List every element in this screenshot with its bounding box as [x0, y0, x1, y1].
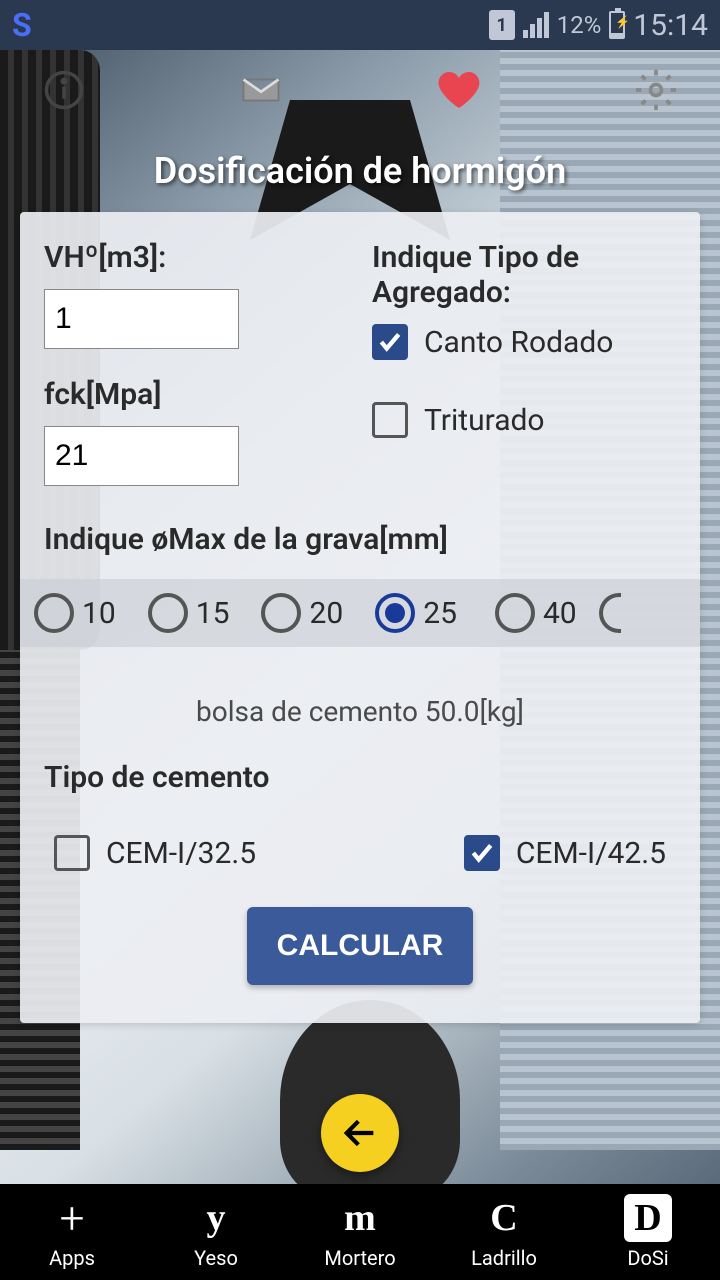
checkbox-icon — [464, 835, 500, 871]
grava-label: Indique øMax de la grava[mm] — [44, 522, 676, 557]
plus-icon: + — [48, 1194, 96, 1242]
radio-icon — [261, 593, 301, 633]
info-icon[interactable] — [40, 66, 88, 114]
checkbox-icon — [372, 324, 408, 360]
signal-icon — [523, 12, 549, 38]
nav-mortero[interactable]: m Mortero — [288, 1184, 432, 1280]
radio-icon — [495, 593, 535, 633]
nav-label: Mortero — [324, 1246, 395, 1270]
sim-icon: 1 — [489, 10, 515, 40]
nav-label: Apps — [49, 1246, 95, 1270]
cem-32-5-checkbox[interactable]: CEM-I/32.5 — [54, 835, 256, 871]
heart-icon[interactable] — [435, 66, 483, 114]
grava-option-10[interactable]: 10 — [34, 593, 116, 633]
radio-label: 20 — [309, 596, 343, 631]
nav-dosi[interactable]: D DoSi — [576, 1184, 720, 1280]
grava-option-25[interactable]: 25 — [375, 593, 457, 633]
battery-percent: 12% — [557, 11, 602, 39]
cement-bag-hint: bolsa de cemento 50.0[kg] — [44, 695, 676, 728]
dosi-icon: D — [624, 1194, 672, 1242]
status-bar: S 1 12% ⚡ 15:14 — [0, 0, 720, 50]
radio-label: 40 — [543, 596, 577, 631]
checkbox-icon — [54, 835, 90, 871]
battery-icon: ⚡ — [609, 11, 625, 39]
canto-rodado-checkbox[interactable]: Canto Rodado — [372, 324, 676, 360]
radio-label: 15 — [196, 596, 230, 631]
nav-ladrillo[interactable]: C Ladrillo — [432, 1184, 576, 1280]
nav-label: DoSi — [627, 1246, 668, 1270]
ladrillo-icon: C — [480, 1194, 528, 1242]
clock: 15:14 — [633, 8, 708, 43]
nav-label: Yeso — [194, 1246, 238, 1270]
nav-apps[interactable]: + Apps — [0, 1184, 144, 1280]
arrow-left-icon — [340, 1113, 380, 1153]
action-bar — [0, 50, 720, 130]
form-card: VHº[m3]: fck[Mpa] Indique Tipo de Agrega… — [20, 212, 700, 1023]
page-title: Dosificación de hormigón — [0, 150, 720, 192]
mortero-icon: m — [336, 1194, 384, 1242]
fck-label: fck[Mpa] — [44, 377, 348, 412]
bottom-nav: + Apps y Yeso m Mortero C Ladrillo D DoS… — [0, 1184, 720, 1280]
radio-label: 10 — [82, 596, 116, 631]
nav-yeso[interactable]: y Yeso — [144, 1184, 288, 1280]
vh-label: VHº[m3]: — [44, 240, 348, 275]
triturado-label: Triturado — [424, 403, 545, 438]
mail-icon[interactable] — [237, 66, 285, 114]
yeso-icon: y — [192, 1194, 240, 1242]
canto-rodado-label: Canto Rodado — [424, 325, 613, 360]
grava-option-20[interactable]: 20 — [261, 593, 343, 633]
grava-option-40[interactable]: 40 — [495, 593, 577, 633]
grava-option-15[interactable]: 15 — [148, 593, 230, 633]
cem-42-5-checkbox[interactable]: CEM-I/42.5 — [464, 835, 666, 871]
triturado-checkbox[interactable]: Triturado — [372, 402, 676, 438]
cement-type-label: Tipo de cemento — [44, 760, 676, 795]
radio-icon-partial — [599, 593, 621, 633]
aggregate-label: Indique Tipo de Agregado: — [372, 240, 676, 310]
cem-42-5-label: CEM-I/42.5 — [516, 836, 666, 871]
radio-icon — [34, 593, 74, 633]
app-logo-icon: S — [12, 6, 32, 44]
fck-input[interactable] — [44, 426, 239, 486]
radio-icon — [148, 593, 188, 633]
cem-32-5-label: CEM-I/32.5 — [106, 836, 256, 871]
grava-radio-group: 10 15 20 25 40 — [20, 579, 700, 647]
radio-label: 25 — [423, 596, 457, 631]
nav-label: Ladrillo — [471, 1246, 537, 1270]
calculate-button[interactable]: CALCULAR — [247, 907, 474, 985]
back-fab[interactable] — [321, 1094, 399, 1172]
vh-input[interactable] — [44, 289, 239, 349]
gear-icon[interactable] — [632, 66, 680, 114]
radio-icon — [375, 593, 415, 633]
checkbox-icon — [372, 402, 408, 438]
